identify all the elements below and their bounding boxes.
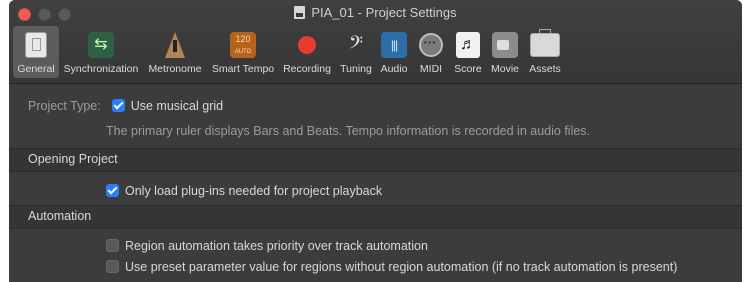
tab-midi-label: MIDI (419, 63, 443, 75)
project-type-description: The primary ruler displays Bars and Beat… (106, 124, 591, 138)
metronome-icon (165, 32, 185, 58)
tab-synchronization[interactable]: ⇆ Synchronization (61, 26, 141, 78)
tab-recording-label: Recording (283, 63, 331, 75)
smart-tempo-icon: 120 AUTO (230, 32, 256, 58)
automation-header: Automation (28, 209, 92, 223)
tab-general-label: General (17, 63, 55, 75)
tab-assets-label: Assets (529, 63, 561, 75)
load-plugins-checkbox[interactable] (106, 184, 119, 197)
region-automation-priority-checkbox[interactable] (106, 239, 119, 252)
tab-score-label: Score (454, 63, 482, 75)
smart-tempo-icon-auto: AUTO (234, 49, 252, 55)
general-settings-panel: Project Type: Use musical grid The prima… (9, 84, 742, 282)
project-settings-window: PIA_01 - Project Settings General ⇆ Sync… (9, 0, 742, 282)
document-icon (294, 6, 306, 19)
title-bar: PIA_01 - Project Settings General ⇆ Sync… (9, 0, 742, 84)
tab-synchronization-label: Synchronization (63, 63, 139, 75)
settings-toolbar: General ⇆ Synchronization Metronome 120 A… (9, 26, 742, 81)
tuning-fork-icon: 𝄢 (348, 32, 364, 57)
tab-audio[interactable]: ||| Audio (377, 26, 411, 78)
sync-arrows-icon: ⇆ (88, 32, 114, 58)
load-plugins-label: Only load plug-ins needed for project pl… (125, 184, 383, 198)
tab-midi[interactable]: MIDI (415, 26, 447, 78)
automation-section-header: Automation (9, 205, 742, 229)
project-type-label: Project Type: (28, 99, 101, 113)
region-automation-priority-option[interactable]: Region automation takes priority over tr… (106, 239, 428, 253)
score-note-icon: ♬ (456, 32, 480, 58)
midi-connector-icon (419, 33, 443, 57)
window-title-text: PIA_01 - Project Settings (311, 5, 457, 20)
briefcase-icon (530, 29, 560, 57)
tab-smart-tempo[interactable]: 120 AUTO Smart Tempo (209, 26, 277, 78)
use-musical-grid-checkbox[interactable] (111, 99, 125, 112)
use-musical-grid-label: Use musical grid (130, 99, 224, 113)
audio-waveform-icon: ||| (381, 32, 407, 58)
opening-project-section-header: Opening Project (9, 148, 742, 172)
project-type-row: Project Type: Use musical grid (28, 99, 223, 113)
tab-tuning-label: Tuning (340, 63, 372, 75)
opening-project-header: Opening Project (28, 152, 118, 166)
record-icon (294, 32, 320, 58)
tab-smart-tempo-label: Smart Tempo (211, 63, 275, 75)
use-musical-grid-option[interactable]: Use musical grid (111, 99, 224, 113)
tab-recording[interactable]: Recording (281, 26, 333, 78)
tab-tuning[interactable]: 𝄢 Tuning (337, 26, 375, 78)
tab-movie[interactable]: Movie (487, 26, 523, 78)
tab-general[interactable]: General (13, 26, 59, 78)
window-title: PIA_01 - Project Settings (9, 5, 742, 21)
movie-camera-icon (492, 32, 518, 58)
tab-movie-label: Movie (490, 63, 519, 75)
preset-parameter-value-option[interactable]: Use preset parameter value for regions w… (106, 260, 677, 274)
tab-metronome[interactable]: Metronome (145, 26, 205, 78)
tab-audio-label: Audio (380, 63, 408, 75)
preset-parameter-value-checkbox[interactable] (106, 260, 119, 273)
load-plugins-option[interactable]: Only load plug-ins needed for project pl… (106, 184, 382, 198)
tab-metronome-label: Metronome (148, 63, 202, 75)
general-icon (25, 32, 47, 58)
region-automation-priority-label: Region automation takes priority over tr… (125, 239, 428, 253)
tab-score[interactable]: ♬ Score (451, 26, 485, 78)
smart-tempo-icon-bpm: 120 (235, 34, 251, 44)
preset-parameter-value-label: Use preset parameter value for regions w… (125, 260, 678, 274)
tab-assets[interactable]: Assets (525, 26, 565, 78)
